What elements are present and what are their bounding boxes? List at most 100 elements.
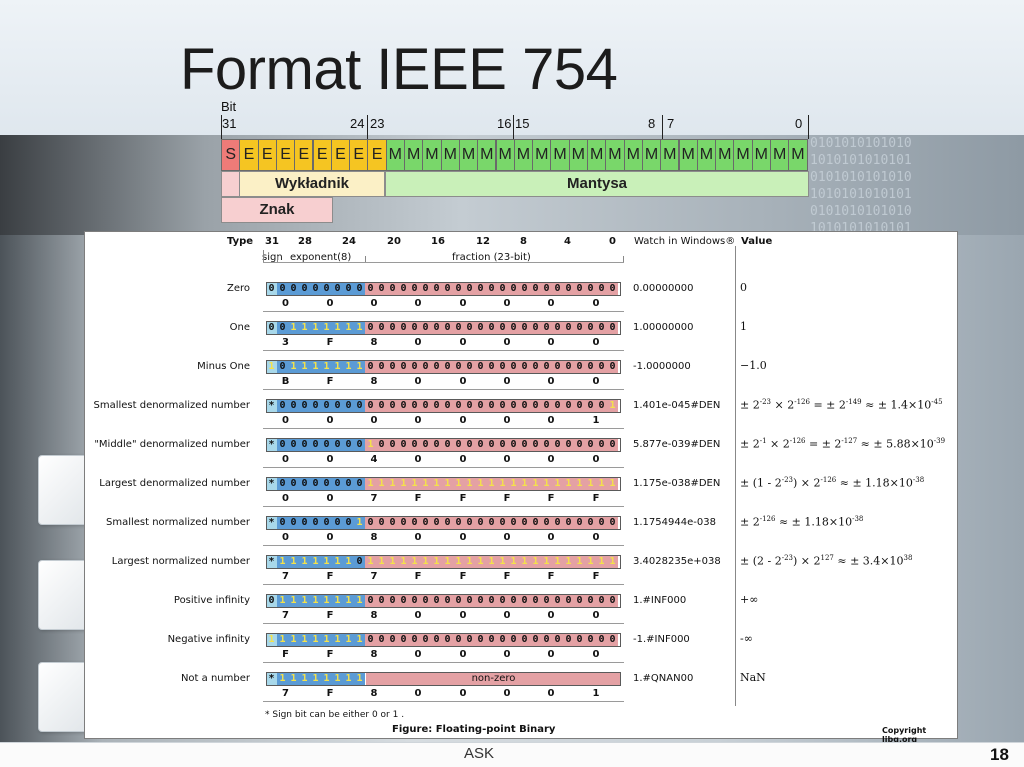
fraction-bit: 0 [376,282,387,296]
footer-bar [0,742,1024,767]
fraction-bit: 0 [387,594,398,608]
exponent-bit: 1 [321,672,332,686]
bit-pattern: 01111111100000000000000000000000 [266,594,621,608]
hex-digit: 7 [282,571,289,582]
fraction-bit: 1 [563,477,574,491]
exponent-bit: 1 [343,321,354,335]
hex-digit: 0 [326,532,334,543]
fraction-bit: 0 [530,633,541,647]
fraction-bit: 1 [409,477,420,491]
fraction-bit: 0 [387,438,398,452]
fraction-bit: 1 [552,555,563,569]
sign-bit: * [266,516,277,530]
fraction-bit: 0 [464,633,475,647]
watch-header: Watch in Windows® [634,236,736,247]
row-separator [263,428,624,429]
bit-tick-label: 20 [387,236,401,247]
fraction-bit: 0 [475,282,486,296]
fraction-bit: 0 [453,282,464,296]
fraction-bit: 0 [596,321,607,335]
hex-digit: 7 [370,571,378,582]
fraction-bit: 0 [497,516,508,530]
fraction-bit: 1 [563,555,574,569]
hex-digits: 7 F 7 F F F F F [266,571,621,583]
exponent-bit: 1 [288,321,299,335]
slide-title: Format IEEE 754 [180,37,618,102]
fraction-bit: 0 [464,594,475,608]
bit-tick [662,115,663,139]
bit-position: 8 [648,116,656,131]
fraction-bit: 0 [530,438,541,452]
fraction-bit: 0 [398,321,409,335]
hex-digit: F [326,571,334,582]
exponent-bit: 0 [277,321,288,335]
fraction-bit: 1 [508,555,519,569]
fraction-bit: 0 [607,516,618,530]
hex-digit: 8 [370,376,378,387]
fraction-bit: 1 [442,555,453,569]
exponent-bit: 0 [332,516,343,530]
row-separator [263,350,624,351]
fraction-bit: 0 [574,360,585,374]
fraction-bit: 0 [387,282,398,296]
bit-cell: M [678,139,698,171]
bit-cell: M [770,139,790,171]
hex-digit: 0 [592,337,600,348]
fraction-bit: 0 [365,516,376,530]
fraction-bit: 1 [541,555,552,569]
fraction-bit: 0 [585,438,596,452]
row-label: Negative infinity [167,634,250,645]
fraction-bit: 0 [563,516,574,530]
fraction-bit: 0 [420,282,431,296]
watch-value: 1.175e-038#DEN [633,478,721,489]
background-binary-pattern: 0101010101010 1010101010101 010101010101… [810,136,912,235]
exponent-bit: 1 [332,360,343,374]
fraction-bit: 0 [376,321,387,335]
exponent-bit: 0 [310,399,321,413]
fraction-bit: 0 [530,399,541,413]
exponent-bit: 1 [288,672,299,686]
fraction-bit: 0 [486,438,497,452]
fraction-bit: 0 [508,282,519,296]
fraction-bit: 0 [398,399,409,413]
row-value: ± 2-23 × 2-126 = ± 2-149 ≈ ± 1.4×10-45 [740,398,943,412]
sign-bit: * [266,672,277,686]
fraction-bit: 0 [475,360,486,374]
hex-digit: 0 [414,376,422,387]
fraction-bit: 0 [563,633,574,647]
fraction-bit: 0 [442,594,453,608]
fraction-bit: 0 [596,594,607,608]
fraction-bit: 1 [475,555,486,569]
fraction-bit: 1 [365,477,376,491]
hex-digit: 1 [592,415,600,426]
bit-cell: M [568,139,588,171]
fraction-bit: 0 [497,282,508,296]
fraction-bit: 0 [541,633,552,647]
hex-digits: 0 0 4 0 0 0 0 0 [266,454,621,466]
hex-digit: 0 [547,688,555,699]
row-label: Smallest normalized number [105,517,250,528]
row-separator [263,506,624,507]
bit-position: 31 [222,116,237,131]
fraction-bit: 0 [398,594,409,608]
exponent-bit: 0 [299,516,310,530]
hex-digit: 0 [414,610,422,621]
fraction-bit: 0 [431,321,442,335]
row-value: ± 2-1 × 2-126 = ± 2-127 ≈ ± 5.88×10-39 [740,437,946,451]
floating-point-figure: Type 31 28 24 20 16 12 8 4 0 sign exponent(8) fr… [84,231,958,744]
fraction-bit: 0 [365,321,376,335]
fraction-bit: 0 [409,399,420,413]
fraction-bit: 0 [508,438,519,452]
hex-digit: 3 [282,337,289,348]
bit-tick-label: 31 [265,236,279,247]
fraction-bit: 0 [552,282,563,296]
watch-value: 1.1754944e-038 [633,517,716,528]
bit-cell: E [275,139,296,171]
fraction-bit: 0 [475,594,486,608]
fraction-bit: 0 [387,516,398,530]
slide: 0101010101010 1010101010101 010101010101… [0,0,1024,767]
hex-digit: F [326,649,334,660]
bit-cell: S [221,139,241,171]
exponent-bit: 0 [354,399,365,413]
fraction-bit: 0 [486,360,497,374]
